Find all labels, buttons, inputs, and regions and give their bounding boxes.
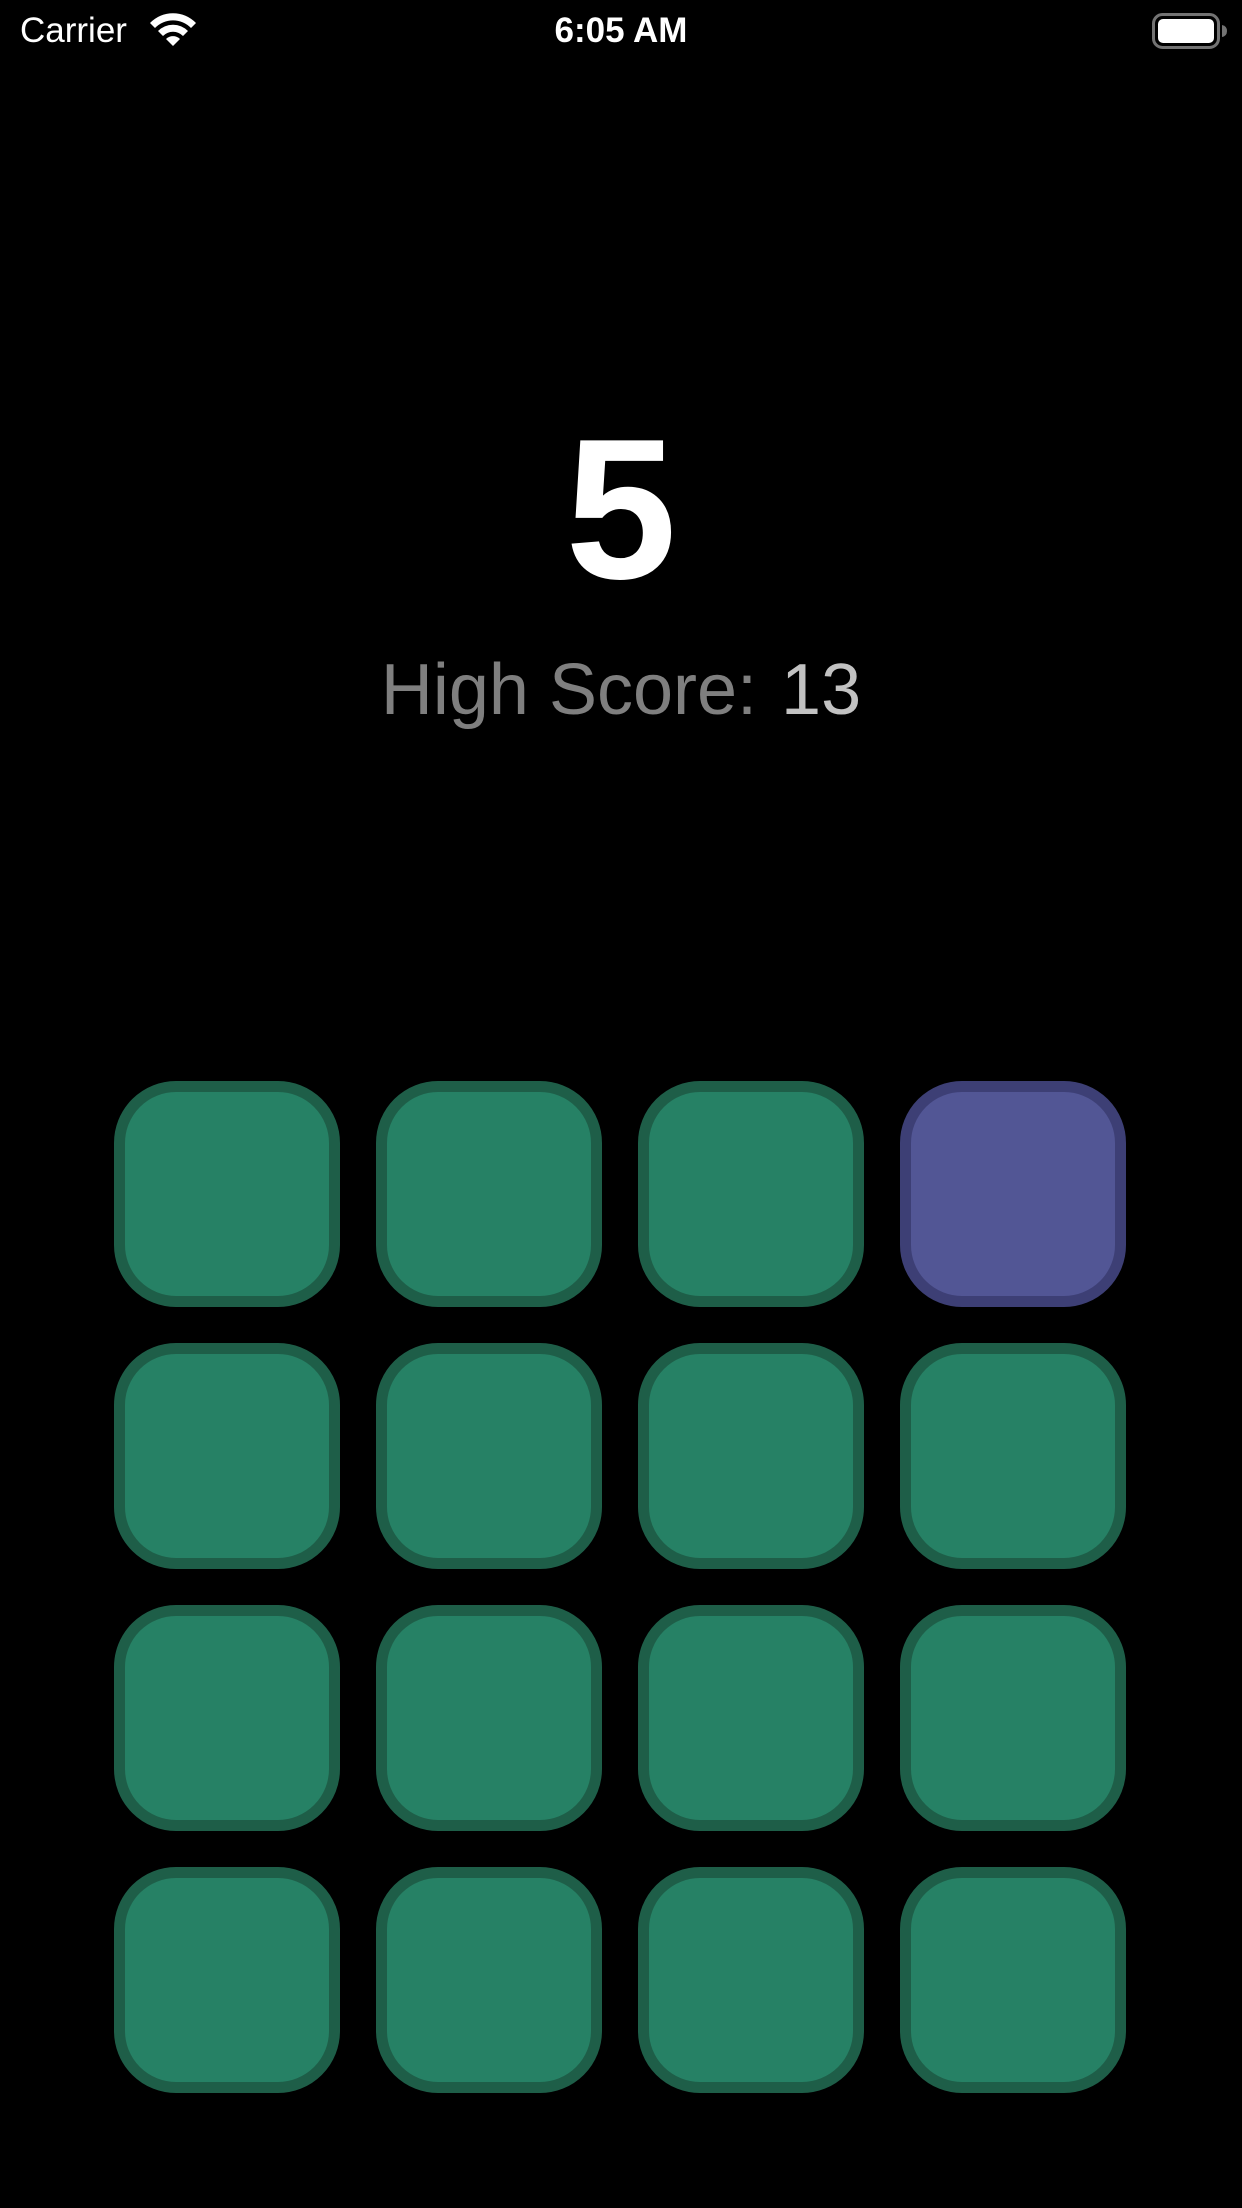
high-score-value: 13 (781, 650, 862, 730)
grid-tile-r1-c4[interactable] (900, 1081, 1126, 1307)
grid-tile-r2-c2[interactable] (376, 1343, 602, 1569)
status-time: 6:05 AM (554, 11, 688, 50)
high-score: High Score: 13 (0, 648, 1242, 732)
grid-tile-r3-c3[interactable] (638, 1605, 864, 1831)
battery-full-icon (1152, 13, 1227, 49)
grid-tile-r4-c4[interactable] (900, 1867, 1126, 2093)
grid-tile-r1-c1[interactable] (114, 1081, 340, 1307)
high-score-label: High Score: (380, 650, 758, 730)
grid-tile-r3-c4[interactable] (900, 1605, 1126, 1831)
grid-tile-r2-c3[interactable] (638, 1343, 864, 1569)
game-grid (114, 1081, 1128, 2095)
grid-tile-r1-c2[interactable] (376, 1081, 602, 1307)
grid-tile-r4-c1[interactable] (114, 1867, 340, 2093)
grid-tile-r3-c2[interactable] (376, 1605, 602, 1831)
current-score: 5 (565, 398, 677, 621)
status-bar: Carrier 6:05 AM (0, 0, 1242, 62)
grid-tile-r1-c3[interactable] (638, 1081, 864, 1307)
grid-tile-r3-c1[interactable] (114, 1605, 340, 1831)
grid-tile-r4-c2[interactable] (376, 1867, 602, 2093)
grid-tile-r2-c4[interactable] (900, 1343, 1126, 1569)
grid-tile-r4-c3[interactable] (638, 1867, 864, 2093)
grid-tile-r2-c1[interactable] (114, 1343, 340, 1569)
